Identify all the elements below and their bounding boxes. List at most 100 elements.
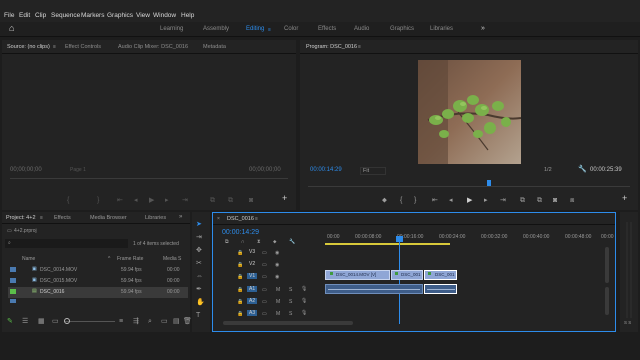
eye-icon[interactable]: ◉ — [275, 274, 279, 281]
add-marker-icon[interactable]: ⬥ — [273, 239, 277, 246]
program-timecode[interactable]: 00:00:14:29 — [310, 167, 342, 173]
playhead[interactable] — [487, 180, 491, 186]
razor-tool-icon[interactable]: ✂ — [196, 260, 202, 267]
go-to-in-icon[interactable]: ⇤ — [117, 197, 123, 204]
menu-lines-icon[interactable]: ≡ — [268, 27, 271, 34]
video-clip[interactable]: DSC_001 — [391, 270, 423, 280]
tab-menu-icon[interactable]: ≡ — [40, 215, 43, 222]
workspace-audio[interactable]: Audio — [354, 26, 369, 32]
tab-menu-icon[interactable]: ≡ — [53, 44, 56, 51]
label-color-swatch[interactable] — [10, 267, 16, 272]
track-label[interactable]: A3 — [247, 310, 258, 316]
zoom-fit-select[interactable]: Fit — [360, 167, 386, 175]
playhead-line[interactable] — [399, 236, 400, 324]
label-color-swatch[interactable] — [10, 289, 16, 294]
workspace-libraries[interactable]: Libraries — [430, 26, 453, 32]
mute-button[interactable]: M — [276, 287, 280, 293]
settings-wrench-icon[interactable]: 🔧 — [289, 239, 295, 246]
marker-icon[interactable]: ⬥ — [382, 197, 387, 204]
sort-icons-icon[interactable]: ≡ — [119, 318, 123, 325]
menu-edit[interactable]: Edit — [19, 12, 30, 19]
microphone-icon[interactable]: 🎙 — [301, 310, 307, 317]
track-label[interactable]: A2 — [247, 298, 258, 304]
microphone-icon[interactable]: 🎙 — [301, 298, 307, 305]
mute-button[interactable]: M — [276, 299, 280, 305]
snap-icon[interactable]: ∩ — [241, 239, 245, 246]
solo-button[interactable]: S — [289, 299, 292, 305]
vertical-scrollbar-video[interactable] — [605, 247, 609, 283]
linked-selection-icon[interactable]: ⧗ — [257, 239, 261, 246]
track-label[interactable]: V3 — [249, 249, 255, 255]
time-ruler[interactable]: 00:00 00:00:08:00 00:00:16:00 00:00:24:0… — [325, 227, 615, 245]
tab-sequence[interactable]: DSC_0016 — [227, 216, 254, 222]
mark-in-icon[interactable]: { — [400, 197, 402, 204]
icon-view-icon[interactable]: ▦ — [38, 318, 45, 325]
list-item[interactable]: ▣ DSC_0014.MOV 59.94 fps 00:00 — [8, 265, 188, 276]
add-button-icon[interactable]: + — [282, 194, 287, 203]
workspace-learning[interactable]: Learning — [160, 26, 183, 32]
list-item[interactable]: ▣ DSC_0015.MOV 59.94 fps 00:00 — [8, 276, 188, 287]
step-back-icon[interactable]: ◂ — [134, 197, 138, 204]
slip-tool-icon[interactable]: ⇔ — [196, 273, 203, 280]
hand-tool-icon[interactable]: ✋ — [196, 299, 205, 306]
sync-lock-icon[interactable]: ▭ — [262, 274, 267, 281]
workspace-color[interactable]: Color — [284, 26, 298, 32]
nest-icon[interactable]: ⧉ — [225, 239, 229, 246]
extract-icon[interactable]: ⧉ — [537, 197, 542, 204]
play-icon[interactable]: ▶ — [149, 197, 154, 204]
home-icon[interactable]: ⌂ — [9, 24, 14, 33]
tab-menu-icon[interactable]: ≡ — [358, 44, 361, 51]
list-item[interactable] — [8, 298, 188, 303]
wrench-icon[interactable]: 🔧 — [578, 166, 587, 173]
new-item-icon[interactable]: ▤ — [173, 318, 180, 325]
playhead-handle[interactable] — [396, 236, 403, 242]
freeform-view-icon[interactable]: ▭ — [52, 318, 59, 325]
tab-media-browser[interactable]: Media Browser — [90, 215, 127, 221]
audio-clip-selected[interactable] — [424, 284, 457, 294]
workspace-effects[interactable]: Effects — [318, 26, 336, 32]
find-icon[interactable]: ⌕ — [148, 318, 152, 325]
sort-ascending-icon[interactable]: ^ — [108, 256, 110, 263]
track-select-tool-icon[interactable]: ⇥ — [196, 234, 202, 241]
menu-help[interactable]: Help — [181, 12, 194, 19]
tab-audio-clip-mixer[interactable]: Audio Clip Mixer: DSC_0016 — [118, 44, 188, 50]
close-tab-icon[interactable]: × — [217, 216, 220, 223]
zoom-slider-handle[interactable] — [64, 318, 70, 324]
mark-out-icon[interactable]: } — [414, 197, 416, 204]
comparison-icon[interactable]: ⧈ — [570, 197, 574, 204]
menu-graphics[interactable]: Graphics — [107, 12, 133, 19]
menu-view[interactable]: View — [136, 12, 150, 19]
workspace-assembly[interactable]: Assembly — [203, 26, 229, 32]
eye-icon[interactable]: ◉ — [275, 262, 279, 269]
column-media-start[interactable]: Media S — [163, 256, 181, 262]
step-forward-icon[interactable]: ▸ — [484, 197, 488, 204]
menu-markers[interactable]: Markers — [81, 12, 104, 19]
label-color-swatch[interactable] — [10, 299, 16, 303]
pencil-icon[interactable]: ✎ — [7, 318, 13, 325]
sync-lock-icon[interactable]: ▭ — [262, 287, 267, 294]
zoom-slider[interactable] — [65, 321, 115, 322]
sync-lock-icon[interactable]: ▭ — [262, 311, 267, 318]
timeline-timecode[interactable]: 00:00:14:29 — [222, 229, 259, 236]
tab-source[interactable]: Source: (no clips) — [7, 44, 50, 50]
video-clip-selected[interactable]: DSC_001 — [424, 270, 457, 280]
step-forward-icon[interactable]: ▸ — [165, 197, 169, 204]
horizontal-scrollbar[interactable] — [223, 321, 353, 325]
tab-program[interactable]: Program: DSC_0016 — [306, 44, 357, 50]
label-color-swatch[interactable] — [10, 278, 16, 283]
menu-clip[interactable]: Clip — [35, 12, 46, 19]
lock-icon[interactable]: 🔒 — [237, 311, 243, 318]
sync-lock-icon[interactable]: ▭ — [262, 299, 267, 306]
work-area-bar[interactable] — [325, 243, 450, 245]
eye-icon[interactable]: ◉ — [275, 250, 279, 257]
sync-lock-icon[interactable]: ▭ — [262, 250, 267, 257]
vertical-scrollbar-audio[interactable] — [605, 287, 609, 315]
page-select[interactable]: Page 1 — [70, 167, 86, 173]
insert-icon[interactable]: ⧉ — [210, 197, 215, 204]
step-back-icon[interactable]: ◂ — [449, 197, 453, 204]
tab-project[interactable]: Project: 4+2 — [6, 215, 36, 221]
lock-icon[interactable]: 🔒 — [237, 250, 243, 257]
list-view-icon[interactable]: ☰ — [22, 318, 28, 325]
workspace-graphics[interactable]: Graphics — [390, 26, 414, 32]
lift-icon[interactable]: ⧉ — [520, 197, 525, 204]
